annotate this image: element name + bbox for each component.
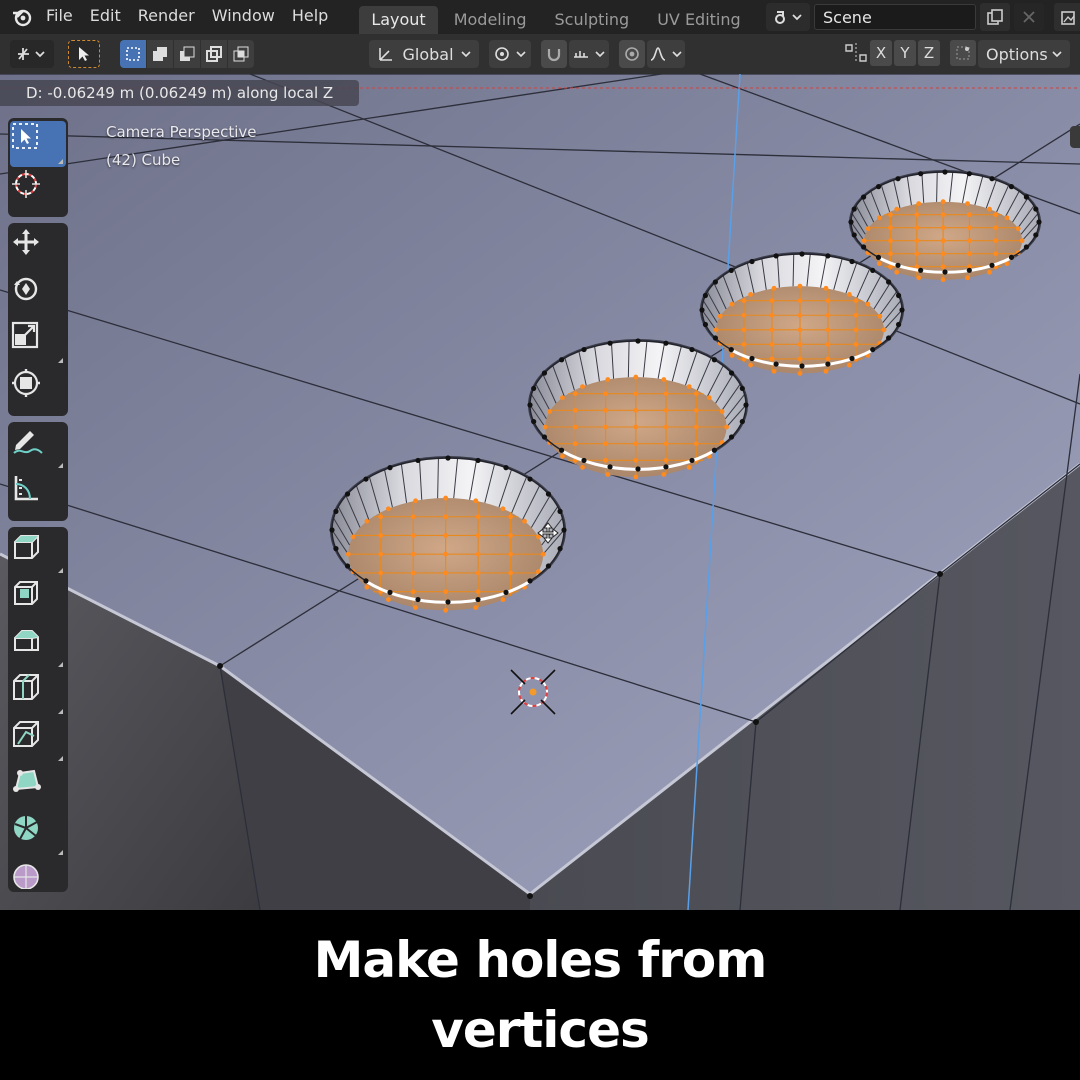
- scene-browse-button[interactable]: [766, 3, 810, 31]
- tool-group-mesh: [8, 527, 68, 892]
- transform-tool-icon[interactable]: [10, 367, 66, 413]
- viewport-info: Camera Perspective (42) Cube: [106, 118, 257, 174]
- pivot-point-dropdown[interactable]: [489, 40, 531, 68]
- 3d-viewport[interactable]: D: -0.06249 m (0.06249 m) along local Z …: [0, 74, 1080, 910]
- viewport-header: Global X Y Z Options: [0, 34, 1080, 74]
- select-intersect-icon[interactable]: [228, 40, 254, 68]
- view-name: Camera Perspective: [106, 123, 257, 141]
- select-subtract-icon[interactable]: [174, 40, 200, 68]
- object-info: (42) Cube: [106, 151, 181, 169]
- loop-cut-tool-icon[interactable]: [10, 671, 66, 717]
- knife-tool-icon[interactable]: [10, 718, 66, 764]
- chevron-down-icon: [461, 51, 471, 58]
- tab-sculpting[interactable]: Sculpting: [542, 6, 641, 34]
- top-menu-bar: File Edit Render Window Help Layout Mode…: [0, 0, 1080, 34]
- inset-tool-icon[interactable]: [10, 577, 66, 623]
- sidebar-toggle[interactable]: [1070, 126, 1080, 148]
- menu-window[interactable]: Window: [210, 1, 288, 33]
- cursor-tool-icon[interactable]: [10, 168, 66, 214]
- select-box-tool-icon[interactable]: [10, 121, 66, 167]
- mesh-scene: [0, 74, 1080, 910]
- caption-banner: Make holes from vertices: [0, 910, 1080, 1080]
- select-mode-button[interactable]: [68, 40, 100, 68]
- topology-mirror-icon[interactable]: [950, 40, 976, 66]
- extrude-tool-icon[interactable]: [10, 530, 66, 576]
- cursor-arrow-icon: [79, 47, 89, 61]
- poly-build-tool-icon[interactable]: [10, 765, 66, 811]
- blender-window: File Edit Render Window Help Layout Mode…: [0, 0, 1080, 1080]
- tab-layout[interactable]: Layout: [359, 6, 438, 34]
- menu-help[interactable]: Help: [290, 1, 341, 33]
- pivot-point-icon: [495, 47, 526, 61]
- move-tool-icon[interactable]: [10, 226, 66, 272]
- tool-group-annotate: [8, 422, 68, 521]
- smooth-tool-icon[interactable]: [10, 859, 66, 889]
- scene-selector: Scene: [766, 2, 1080, 32]
- scale-tool-icon[interactable]: [10, 320, 66, 366]
- annotate-tool-icon[interactable]: [10, 425, 66, 471]
- menu-file[interactable]: File: [44, 1, 86, 33]
- tab-modeling[interactable]: Modeling: [442, 6, 539, 34]
- caption-line-2: vertices: [431, 1001, 650, 1059]
- caption-line-1: Make holes from: [313, 931, 768, 989]
- measure-tool-icon[interactable]: [10, 472, 66, 518]
- mirror-z-toggle[interactable]: Z: [918, 40, 940, 66]
- orientation-icon: [379, 48, 392, 61]
- proportional-edit-icon[interactable]: [619, 40, 645, 68]
- blender-logo-icon[interactable]: [0, 0, 44, 34]
- transform-orientation-dropdown[interactable]: Global: [369, 40, 479, 68]
- spin-tool-icon[interactable]: [10, 812, 66, 858]
- bevel-tool-icon[interactable]: [10, 624, 66, 670]
- options-label: Options: [986, 44, 1048, 64]
- tab-uv-editing[interactable]: UV Editing: [645, 6, 752, 34]
- tool-group-select: [8, 118, 68, 217]
- operator-status-text: D: -0.06249 m (0.06249 m) along local Z: [0, 80, 360, 106]
- mirror-axis-group: X Y Z: [842, 40, 978, 66]
- new-scene-icon[interactable]: [980, 3, 1010, 31]
- options-dropdown[interactable]: Options: [978, 40, 1070, 68]
- selection-mode-group: [120, 40, 255, 68]
- falloff-curve-icon: [650, 47, 682, 61]
- select-new-icon[interactable]: [120, 40, 146, 68]
- tool-group-transform: [8, 223, 68, 416]
- mirror-x-toggle[interactable]: X: [870, 40, 892, 66]
- snap-increment-icon: [574, 51, 605, 58]
- scene-name-field[interactable]: Scene: [814, 4, 976, 30]
- proportional-falloff-dropdown[interactable]: [647, 40, 685, 68]
- editor-type-icon: [18, 48, 45, 60]
- rotate-tool-icon[interactable]: [10, 273, 66, 319]
- tool-shelf: [8, 118, 68, 898]
- menu-edit[interactable]: Edit: [88, 1, 134, 33]
- menu-render[interactable]: Render: [136, 1, 208, 33]
- snap-target-dropdown[interactable]: [569, 40, 609, 68]
- select-extend-icon[interactable]: [147, 40, 173, 68]
- chevron-down-icon: [1052, 51, 1062, 58]
- scene-icon: [775, 11, 802, 24]
- editor-type-button[interactable]: [10, 40, 54, 68]
- workspace-tabs: Layout Modeling Sculpting UV Editing T: [359, 0, 794, 34]
- orientation-label: Global: [402, 44, 454, 64]
- select-difference-icon[interactable]: [201, 40, 227, 68]
- snap-toggle-icon[interactable]: [541, 40, 567, 68]
- delete-scene-icon[interactable]: [1014, 3, 1044, 31]
- mirror-icon: [845, 43, 867, 63]
- view-layer-icon[interactable]: [1054, 3, 1080, 31]
- mirror-y-toggle[interactable]: Y: [894, 40, 916, 66]
